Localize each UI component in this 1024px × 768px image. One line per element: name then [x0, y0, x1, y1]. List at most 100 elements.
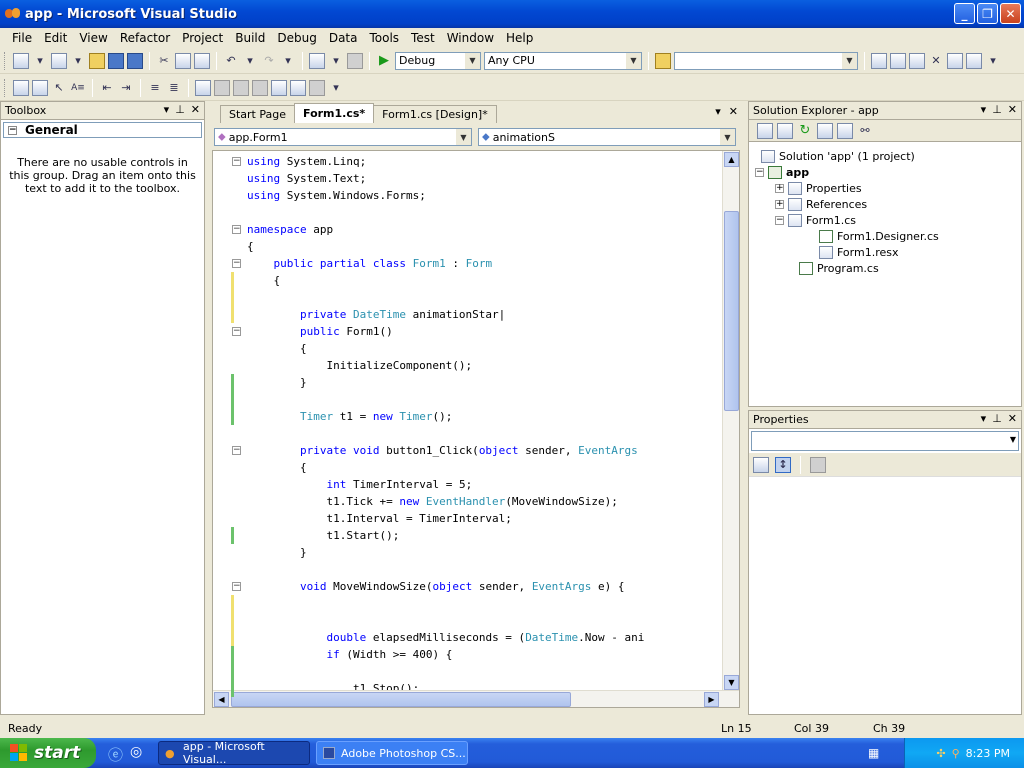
categorized-icon[interactable]: [753, 456, 769, 473]
menu-build[interactable]: Build: [229, 31, 271, 45]
code-line[interactable]: t1.Interval = TimerInterval;: [247, 510, 644, 527]
code-line[interactable]: [247, 561, 644, 578]
code-editor[interactable]: using System.Linq; using System.Text; usin…: [212, 150, 740, 708]
code-line[interactable]: {: [247, 238, 644, 255]
dropdown-arrow-icon[interactable]: ▾: [32, 53, 48, 69]
toggle-bookmark-icon[interactable]: [195, 79, 211, 96]
navigate-backward-icon[interactable]: [309, 52, 325, 69]
window-position-icon[interactable]: ▾: [981, 103, 987, 116]
fold-toggle-icon[interactable]: −: [232, 225, 241, 234]
code-line[interactable]: [247, 391, 644, 408]
dropdown-arrow-icon[interactable]: ▾: [328, 53, 344, 69]
tree-item-form1-resx[interactable]: Form1.resx: [819, 244, 899, 260]
tree-item-form1-cs[interactable]: − Form1.cs: [775, 212, 856, 228]
fold-toggle-icon[interactable]: −: [232, 446, 241, 455]
menu-tools[interactable]: Tools: [363, 31, 405, 45]
increase-indent-icon[interactable]: ⇥: [118, 80, 134, 96]
close-icon[interactable]: ✕: [1008, 103, 1017, 116]
tab-start-page[interactable]: Start Page: [220, 105, 295, 123]
code-line[interactable]: InitializeComponent();: [247, 357, 644, 374]
dropdown-arrow-icon[interactable]: ▾: [280, 53, 296, 69]
expand-icon[interactable]: +: [775, 199, 784, 209]
code-text[interactable]: using System.Linq; using System.Text; usin…: [247, 153, 644, 697]
taskbar-item-photoshop[interactable]: Adobe Photoshop CS...: [316, 741, 468, 765]
menu-edit[interactable]: Edit: [38, 31, 73, 45]
toolbox-group-general[interactable]: − General: [3, 122, 202, 138]
menu-data[interactable]: Data: [323, 31, 364, 45]
toolbar-options-icon[interactable]: ▾: [328, 80, 344, 96]
code-line[interactable]: using System.Text;: [247, 170, 644, 187]
code-line[interactable]: [247, 595, 644, 612]
toolbox-icon[interactable]: ✕: [928, 53, 944, 69]
code-line[interactable]: [247, 289, 644, 306]
code-line[interactable]: public partial class Form1 : Form: [247, 255, 644, 272]
find-in-files-icon[interactable]: [655, 52, 671, 69]
tree-item-program-cs[interactable]: Program.cs: [799, 260, 879, 276]
previous-bookmark-in-folder-icon[interactable]: [252, 79, 268, 96]
window-position-icon[interactable]: ▾: [981, 412, 987, 425]
tree-item-project-app[interactable]: − app: [755, 164, 809, 180]
start-button[interactable]: start: [0, 738, 96, 768]
display-parameter-info-icon[interactable]: [32, 79, 48, 96]
alphabetical-icon[interactable]: ↕: [775, 456, 791, 473]
previous-bookmark-icon[interactable]: [214, 79, 230, 96]
dropdown-arrow-icon[interactable]: ▾: [985, 53, 1001, 69]
redo-icon[interactable]: ↷: [261, 53, 277, 69]
open-file-icon[interactable]: [89, 52, 105, 69]
dropdown-arrow-icon[interactable]: ▾: [242, 53, 258, 69]
close-icon[interactable]: ✕: [1008, 412, 1017, 425]
decrease-indent-icon[interactable]: ⇤: [99, 80, 115, 96]
code-line[interactable]: }: [247, 374, 644, 391]
cut-icon[interactable]: ✂: [156, 53, 172, 69]
minimize-button[interactable]: _: [954, 3, 975, 24]
taskbar-item-visual-studio[interactable]: ● app - Microsoft Visual...: [158, 740, 310, 766]
pin-icon[interactable]: ⊥: [175, 103, 185, 116]
clock[interactable]: 8:23 PM: [966, 747, 1010, 760]
collapse-icon[interactable]: −: [755, 167, 764, 177]
view-code-icon[interactable]: [817, 122, 833, 139]
navigate-forward-icon[interactable]: [347, 52, 363, 69]
window-position-icon[interactable]: ▾: [164, 103, 170, 116]
close-document-icon[interactable]: ✕: [729, 105, 738, 118]
menu-refactor[interactable]: Refactor: [114, 31, 176, 45]
code-line[interactable]: [247, 612, 644, 629]
start-debugging-icon[interactable]: ▶: [376, 53, 392, 69]
solution-config-combo[interactable]: Debug ▼: [395, 51, 481, 70]
code-line[interactable]: using System.Windows.Forms;: [247, 187, 644, 204]
restore-button[interactable]: ❐: [977, 3, 998, 24]
tree-item-references[interactable]: + References: [775, 196, 867, 212]
pin-icon[interactable]: ⊥: [992, 103, 1002, 116]
undo-icon[interactable]: ↶: [223, 53, 239, 69]
code-line[interactable]: }: [247, 544, 644, 561]
menu-help[interactable]: Help: [500, 31, 539, 45]
code-line[interactable]: public Form1(): [247, 323, 644, 340]
menu-file[interactable]: File: [6, 31, 38, 45]
save-icon[interactable]: [108, 52, 124, 69]
code-line[interactable]: t1.Tick += new EventHandler(MoveWindowSi…: [247, 493, 644, 510]
scroll-down-icon[interactable]: ▼: [724, 675, 739, 690]
tray-icon-volume[interactable]: ⚲: [952, 747, 960, 760]
object-browser-icon[interactable]: [909, 52, 925, 69]
solution-platform-combo[interactable]: Any CPU ▼: [484, 51, 642, 70]
code-line[interactable]: Timer t1 = new Timer();: [247, 408, 644, 425]
save-all-icon[interactable]: [127, 52, 143, 69]
vertical-scrollbar[interactable]: ▲ ▼: [722, 151, 739, 691]
collapse-icon[interactable]: −: [775, 215, 784, 225]
scroll-up-icon[interactable]: ▲: [724, 152, 739, 167]
code-line[interactable]: using System.Linq;: [247, 153, 644, 170]
menu-view[interactable]: View: [73, 31, 113, 45]
class-combo[interactable]: ⬥ app.Form1 ▼: [214, 128, 472, 146]
next-bookmark-in-folder-icon[interactable]: [271, 79, 287, 96]
view-class-diagram-icon[interactable]: ⚯: [857, 123, 873, 139]
toolbar-grip[interactable]: [4, 51, 7, 70]
menu-window[interactable]: Window: [441, 31, 500, 45]
new-project-icon[interactable]: [13, 52, 29, 69]
code-line[interactable]: {: [247, 340, 644, 357]
show-all-files-icon[interactable]: [777, 122, 793, 139]
uncomment-lines-icon[interactable]: ≣: [166, 80, 182, 96]
view-designer-icon[interactable]: [837, 122, 853, 139]
properties-object-selector[interactable]: ▼: [751, 431, 1019, 451]
code-line[interactable]: [247, 425, 644, 442]
comment-lines-icon[interactable]: ≡: [147, 80, 163, 96]
menu-test[interactable]: Test: [405, 31, 441, 45]
